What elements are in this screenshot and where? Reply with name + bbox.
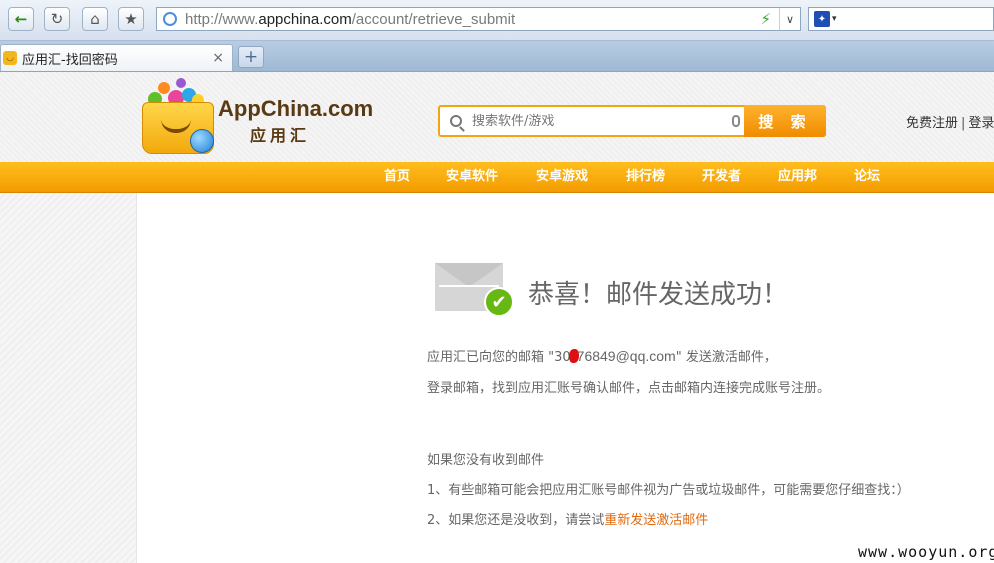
nav-item-rankings[interactable]: 排行榜 <box>626 162 665 192</box>
close-icon[interactable]: × <box>212 50 224 66</box>
message-prefix: 应用汇已向您的邮箱 "30 <box>427 350 571 365</box>
url-host: appchina.com <box>258 10 352 28</box>
not-received-title: 如果您没有收到邮件 <box>427 453 545 468</box>
email-address: 76849@qq.com <box>576 348 676 364</box>
logo-text[interactable]: AppChina.com <box>218 96 373 122</box>
nav-item-forum[interactable]: 论坛 <box>854 162 880 192</box>
baidu-paw-icon[interactable]: ✦ <box>814 11 830 27</box>
login-link[interactable]: 登录 <box>968 116 994 131</box>
address-text[interactable]: http://www.appchina.com/account/retrieve… <box>185 11 760 28</box>
success-title: 恭喜！邮件发送成功！ <box>528 280 789 310</box>
login-instruction: 登录邮箱，找到应用汇账号确认邮件，点击邮箱内连接完成账号注册。 <box>427 381 831 396</box>
checkmark-icon: ✔ <box>484 287 514 317</box>
account-links: 免费注册 | 登录 <box>906 112 994 131</box>
chevron-down-icon: ∨ <box>785 12 795 26</box>
url-scheme: http://www. <box>185 10 259 28</box>
appchina-favicon-icon: ◡ <box>3 51 17 65</box>
browser-search-box[interactable]: ✦ ▾ <box>808 7 994 31</box>
site-search-button[interactable]: 搜 索 <box>744 105 826 137</box>
search-icon <box>450 115 462 127</box>
tab-appchina[interactable]: ◡ 应用汇-找回密码 × <box>0 44 233 71</box>
url-path: /account/retrieve_submit <box>351 10 516 28</box>
main-nav: 首页 安卓软件 安卓游戏 排行榜 开发者 应用邦 论坛 <box>0 162 994 193</box>
caret-down-icon[interactable]: ▾ <box>832 14 837 24</box>
page-background-left <box>0 193 136 563</box>
tip-resend-prefix: 2、如果您还是没收到，请尝试 <box>427 513 605 528</box>
register-link[interactable]: 免费注册 <box>906 116 958 131</box>
watermark: www.wooyun.org <box>858 543 994 561</box>
smiley-icon <box>190 129 214 153</box>
nav-item-developers[interactable]: 开发者 <box>702 162 741 192</box>
microphone-icon[interactable] <box>732 115 740 127</box>
tip-resend: 2、如果您还是没收到，请尝试重新发送激活邮件 <box>427 509 708 528</box>
message-suffix: " 发送激活邮件， <box>675 350 777 365</box>
nav-item-android-apps[interactable]: 安卓软件 <box>446 162 498 192</box>
bookmark-button[interactable]: ★ <box>118 7 144 31</box>
tip-spam-folder: 1、有些邮箱可能会把应用汇账号邮件视为广告或垃圾邮件，可能需要您仔细查找：） <box>427 483 910 498</box>
site-search-box: 搜 索 <box>438 105 826 137</box>
site-header: AppChina.com 应用汇 搜 索 免费注册|登录 <box>0 72 994 162</box>
address-bar[interactable]: http://www.appchina.com/account/retrieve… <box>156 7 801 31</box>
home-icon: ⌂ <box>90 10 100 28</box>
refresh-icon: ↻ <box>50 10 64 28</box>
arrow-left-icon: ← <box>14 10 28 28</box>
nav-item-home[interactable]: 首页 <box>384 162 410 192</box>
home-button[interactable]: ⌂ <box>82 7 108 31</box>
address-dropdown-button[interactable]: ∨ <box>779 8 800 30</box>
reload-button[interactable]: ↻ <box>44 7 70 31</box>
email-sent-message: 应用汇已向您的邮箱 "30 76849@qq.com" 发送激活邮件， <box>427 346 777 365</box>
nav-item-yingyongbang[interactable]: 应用邦 <box>778 162 817 192</box>
resend-activation-link[interactable]: 重新发送激活邮件 <box>604 513 708 528</box>
site-search-input[interactable] <box>470 112 724 130</box>
tab-title: 应用汇-找回密码 <box>22 52 118 68</box>
globe-icon <box>163 12 177 26</box>
browser-toolbar: ← ↻ ⌂ ★ http://www.appchina.com/account/… <box>0 0 994 41</box>
star-icon: ★ <box>124 10 138 28</box>
link-separator: | <box>961 116 966 131</box>
logo-subtext: 应用汇 <box>250 126 311 145</box>
tab-strip: ◡ 应用汇-找回密码 × + <box>0 41 994 72</box>
nav-item-android-games[interactable]: 安卓游戏 <box>536 162 588 192</box>
new-tab-button[interactable]: + <box>238 46 264 68</box>
back-button[interactable]: ← <box>8 7 34 31</box>
lightning-icon[interactable]: ⚡ <box>760 10 771 28</box>
